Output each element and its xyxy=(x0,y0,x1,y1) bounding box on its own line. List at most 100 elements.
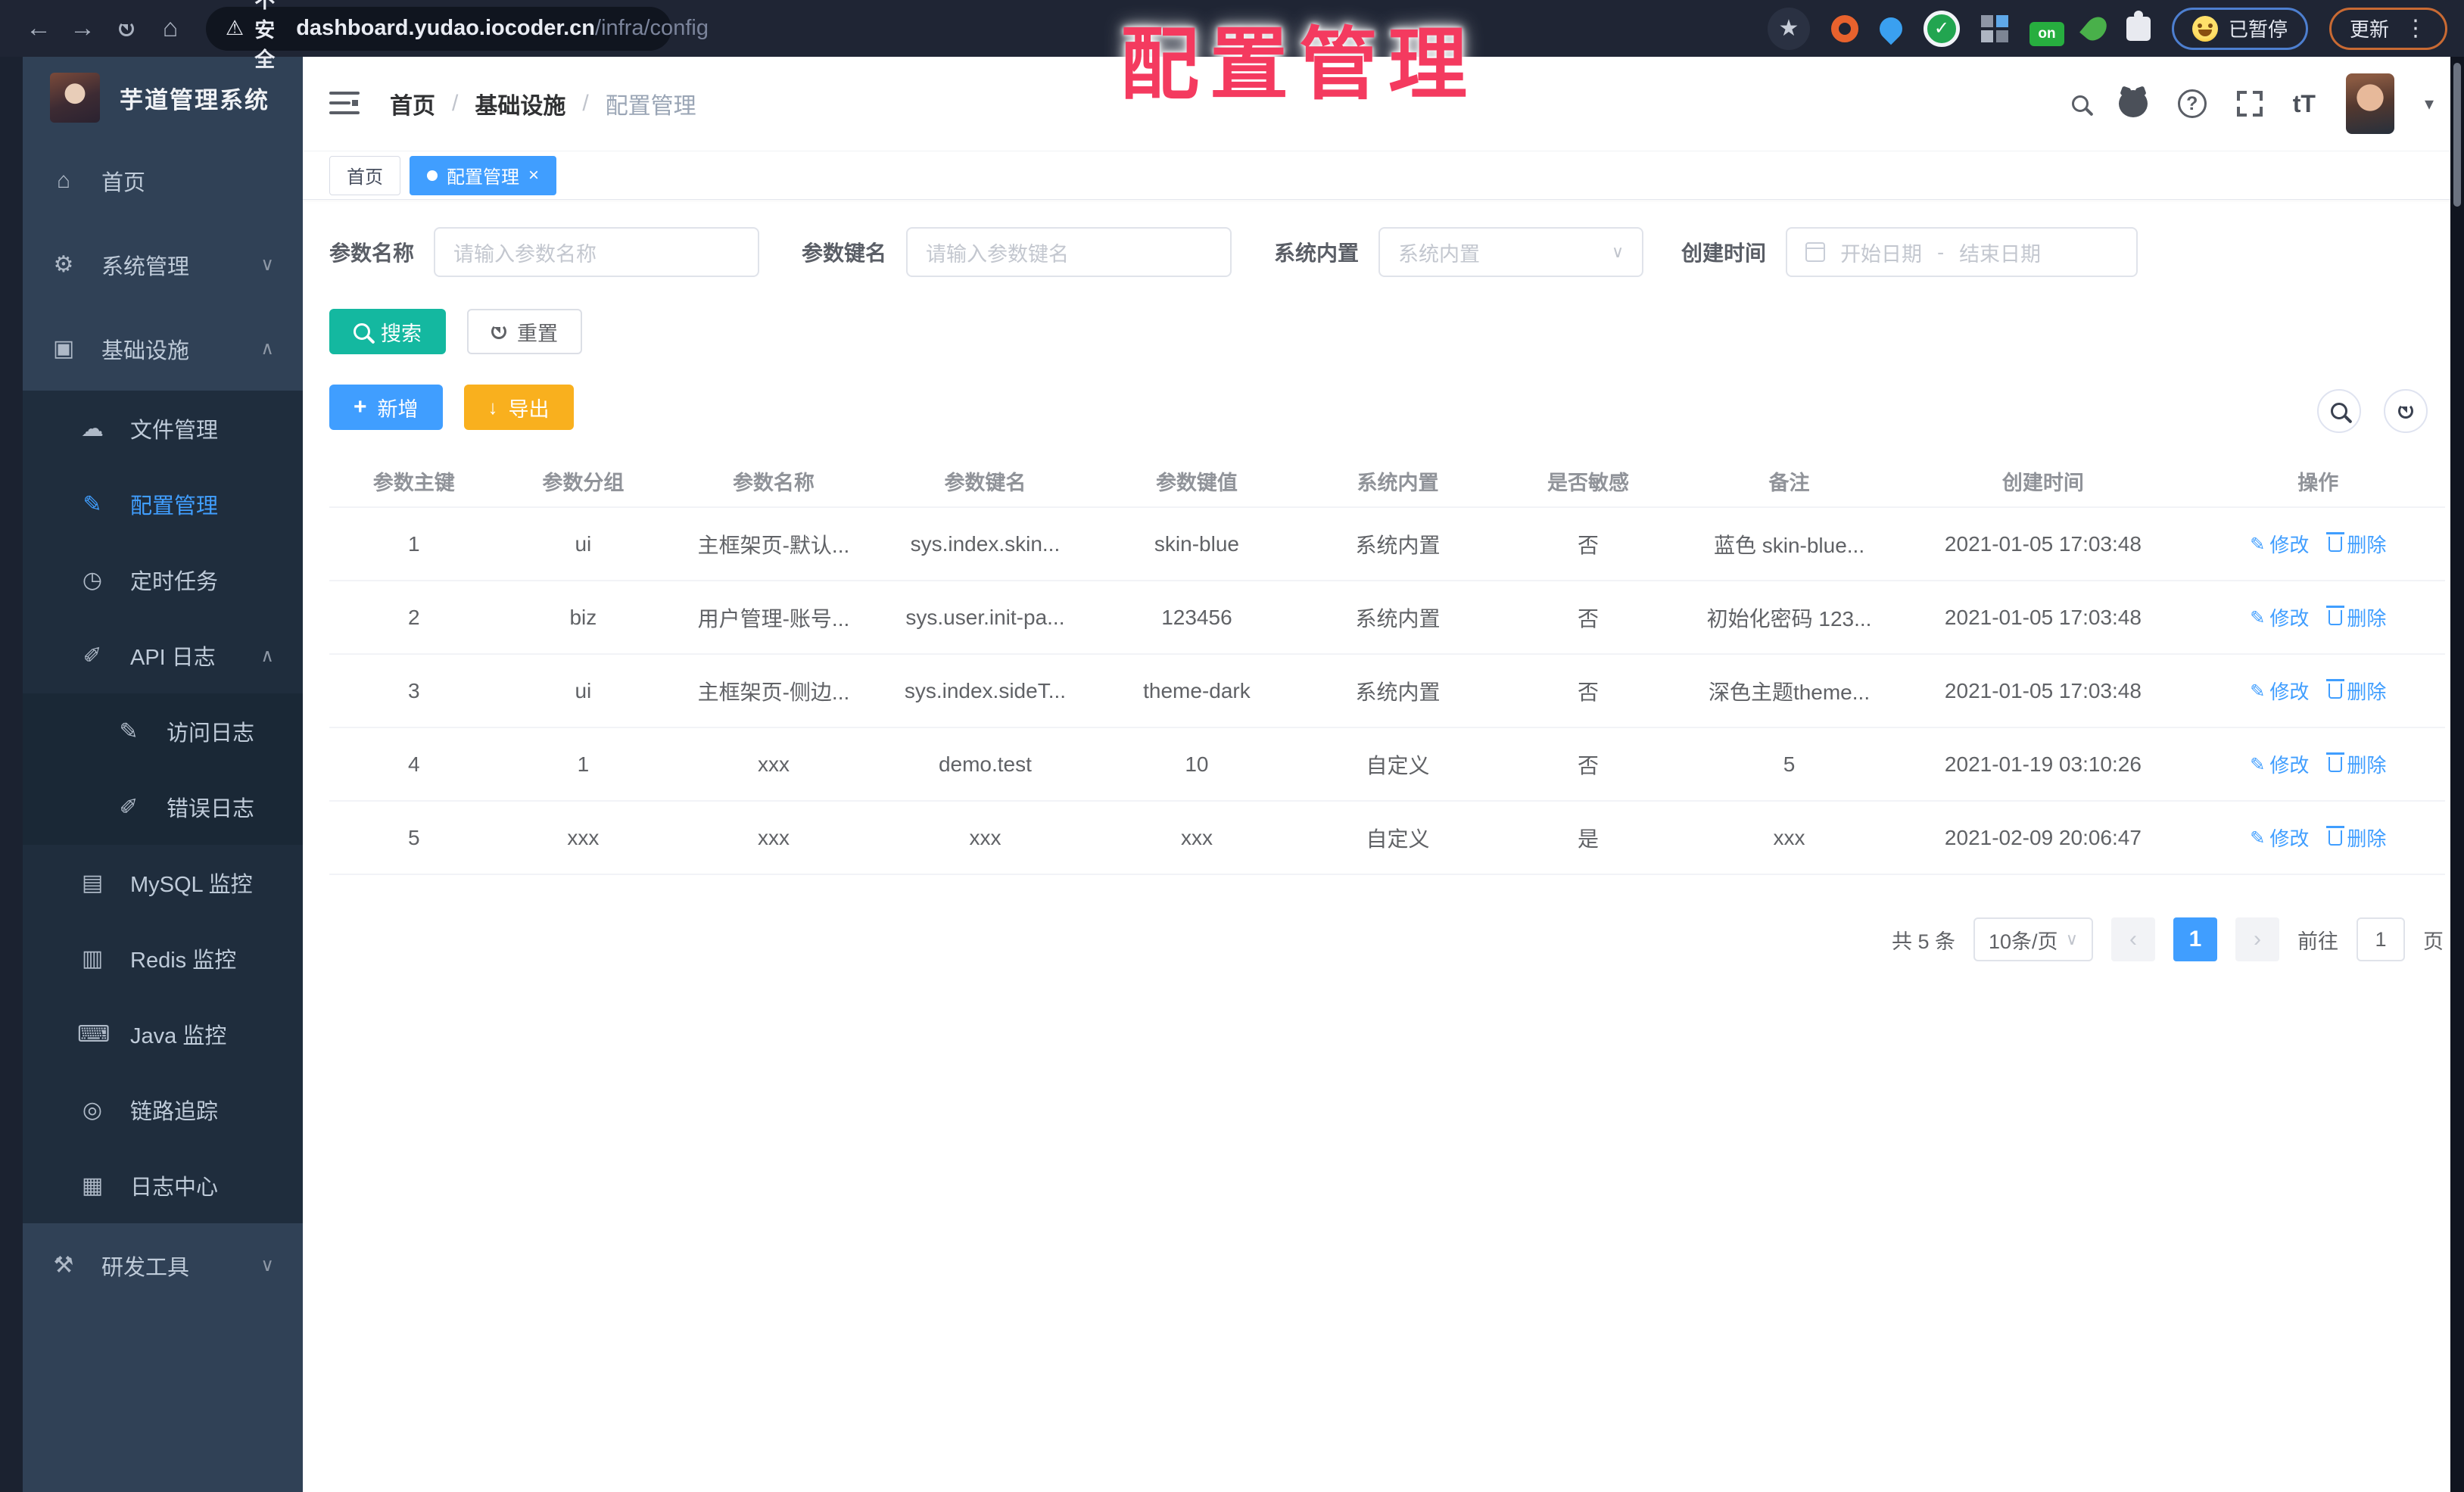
sidebar-item-error-log[interactable]: ✐ 错误日志 xyxy=(23,769,303,845)
github-icon[interactable] xyxy=(2118,90,2148,117)
sidebar-item-file-manage[interactable]: ☁ 文件管理 xyxy=(23,391,303,466)
sidebar-item-api-log[interactable]: ✐ API 日志 ∧ xyxy=(23,618,303,693)
table-row: 1 ui 主框架页-默认... sys.index.skin... skin-blue 系… xyxy=(329,506,2445,581)
search-icon[interactable] xyxy=(2071,95,2089,112)
toggle-search-button[interactable] xyxy=(2317,389,2361,433)
edit-link[interactable]: 修改 xyxy=(2250,603,2309,631)
delete-link[interactable]: 删除 xyxy=(2326,530,2386,558)
avatar-caret-icon[interactable]: ▾ xyxy=(2425,93,2434,115)
security-label[interactable]: 不安全 xyxy=(254,0,275,73)
delete-link[interactable]: 删除 xyxy=(2326,603,2386,631)
monitor-icon: ▣ xyxy=(52,336,75,361)
delete-link[interactable]: 删除 xyxy=(2326,677,2386,705)
sidebar-item-trace[interactable]: ◎ 链路追踪 xyxy=(23,1072,303,1148)
extension-green-check-icon[interactable] xyxy=(1923,10,1960,47)
sidebar-collapse-icon[interactable] xyxy=(329,92,360,116)
star-glyph: ★ xyxy=(1778,16,1799,41)
export-button[interactable]: 导出 xyxy=(463,385,574,430)
window-scrollbar[interactable] xyxy=(2450,57,2464,1492)
edit-link[interactable]: 修改 xyxy=(2250,530,2309,558)
column-header: 参数分组 xyxy=(542,472,625,494)
sidebar-item-redis-monitor[interactable]: ▥ Redis 监控 xyxy=(23,920,303,996)
back-icon[interactable]: ← xyxy=(17,7,61,51)
op-label: 修改 xyxy=(2269,681,2310,703)
extensions-puzzle-icon[interactable] xyxy=(2126,10,2151,41)
next-page-button[interactable]: › xyxy=(2235,917,2279,961)
sidebar-item-config-manage[interactable]: ✎ 配置管理 xyxy=(23,466,303,542)
edit-link[interactable]: 修改 xyxy=(2250,677,2309,705)
help-icon[interactable] xyxy=(2177,89,2207,118)
param-name-input[interactable]: 请输入参数名称 xyxy=(434,227,760,277)
add-button[interactable]: 新增 xyxy=(329,385,443,430)
extension-grid-icon[interactable] xyxy=(1980,14,2008,42)
refresh-table-button[interactable] xyxy=(2384,389,2428,433)
breadcrumb-infra[interactable]: 基础设施 xyxy=(475,87,565,120)
cell: 123456 xyxy=(1091,580,1303,654)
delete-link[interactable]: 删除 xyxy=(2326,750,2386,778)
extension-orange-icon[interactable] xyxy=(1830,14,1858,42)
page-1-button[interactable]: 1 xyxy=(2173,917,2217,961)
paused-extension-pill[interactable]: 已暂停 xyxy=(2171,7,2308,50)
system-builtin-select[interactable]: 系统内置 ∨ xyxy=(1378,227,1644,277)
reload-icon[interactable] xyxy=(104,7,148,51)
param-key-input[interactable]: 请输入参数键名 xyxy=(906,227,1232,277)
placeholder-text: 请输入参数名称 xyxy=(453,242,597,266)
sidebar-item-log-center[interactable]: ▦ 日志中心 xyxy=(23,1148,303,1223)
cell: ui xyxy=(498,506,668,581)
edit-link[interactable]: 修改 xyxy=(2250,750,2309,778)
breadcrumb-home[interactable]: 首页 xyxy=(390,87,435,120)
cell: 用户管理-账号... xyxy=(668,580,880,654)
pagination: 共 5 条 10条/页 ∨ ‹ 1 › 前往 1 页 xyxy=(329,917,2445,961)
close-icon[interactable]: × xyxy=(528,166,539,185)
column-header: 参数名称 xyxy=(732,472,815,494)
sidebar-item-label: 首页 xyxy=(101,170,146,195)
date-range-picker[interactable]: 开始日期 - 结束日期 xyxy=(1786,227,2138,277)
cell: 3 xyxy=(329,653,499,727)
home-icon[interactable]: ⌂ xyxy=(148,7,192,51)
prev-page-button[interactable]: ‹ xyxy=(2111,917,2155,961)
column-header: 参数键名 xyxy=(944,472,1026,494)
op-label: 删除 xyxy=(2347,827,2387,850)
sidebar-item-home[interactable]: ⌂ 首页 xyxy=(23,139,303,223)
edit-link[interactable]: 修改 xyxy=(2250,824,2309,852)
address-bar[interactable]: ⚠ 不安全 dashboard.yudao.iocoder.cn/infra/c… xyxy=(206,0,709,71)
delete-link[interactable]: 删除 xyxy=(2326,824,2387,852)
reset-button[interactable]: 重置 xyxy=(467,309,582,354)
database-icon: ▥ xyxy=(81,945,104,971)
user-avatar[interactable] xyxy=(2345,73,2394,134)
extension-on-badge-icon[interactable] xyxy=(2029,21,2064,46)
sidebar-item-cron-job[interactable]: ◷ 定时任务 xyxy=(23,542,303,618)
browser-menu-icon[interactable]: ⋮ xyxy=(2404,15,2427,42)
page-size-select[interactable]: 10条/页 ∨ xyxy=(1973,917,2093,961)
bookmark-star-icon[interactable]: ★ xyxy=(1767,7,1810,50)
param-name-label: 参数名称 xyxy=(329,241,415,265)
search-button[interactable]: 搜索 xyxy=(329,309,446,354)
magnifier-glyph xyxy=(2071,95,2089,112)
tags-view-bar: 首页 配置管理 × xyxy=(303,151,2464,200)
cell: 否 xyxy=(1493,506,1684,581)
sidebar-item-dev-tools[interactable]: ⚒ 研发工具 ∨ xyxy=(23,1223,303,1307)
scrollbar-thumb[interactable] xyxy=(2453,63,2461,207)
sidebar-item-system[interactable]: ⚙ 系统管理 ∨ xyxy=(23,223,303,307)
browser-update-button[interactable]: 更新 ⋮ xyxy=(2328,7,2447,50)
sidebar-item-access-log[interactable]: ✎ 访问日志 xyxy=(23,693,303,769)
extension-pin-icon[interactable] xyxy=(1874,12,1908,45)
url-host: dashboard.yudao.iocoder.cn xyxy=(296,16,596,40)
fullscreen-icon[interactable] xyxy=(2236,91,2263,117)
sidebar: 芋道管理系统 ⌂ 首页 ⚙ 系统管理 ∨ ▣ 基础设施 ∧ ☁ 文件管理 ✎ 配… xyxy=(0,57,303,1492)
extension-leaf-icon[interactable] xyxy=(2079,12,2111,45)
sidebar-item-mysql-monitor[interactable]: ▤ MySQL 监控 xyxy=(23,845,303,920)
tab-home[interactable]: 首页 xyxy=(329,155,400,195)
cell: 10 xyxy=(1091,727,1303,801)
font-size-icon[interactable]: tT xyxy=(2293,90,2316,118)
forward-icon[interactable]: → xyxy=(61,7,104,51)
chevron-down-icon: ∨ xyxy=(2065,930,2078,948)
goto-page-input[interactable]: 1 xyxy=(2357,917,2405,961)
tools-icon: ⚒ xyxy=(53,1253,74,1278)
sidebar-item-infra[interactable]: ▣ 基础设施 ∧ xyxy=(23,307,303,391)
button-label: 新增 xyxy=(377,397,419,421)
dashboard-icon: ⌂ xyxy=(56,167,71,193)
sidebar-item-label: 配置管理 xyxy=(130,494,219,519)
sidebar-item-java-monitor[interactable]: ⌨ Java 监控 xyxy=(23,996,303,1072)
tab-config[interactable]: 配置管理 × xyxy=(410,155,557,195)
